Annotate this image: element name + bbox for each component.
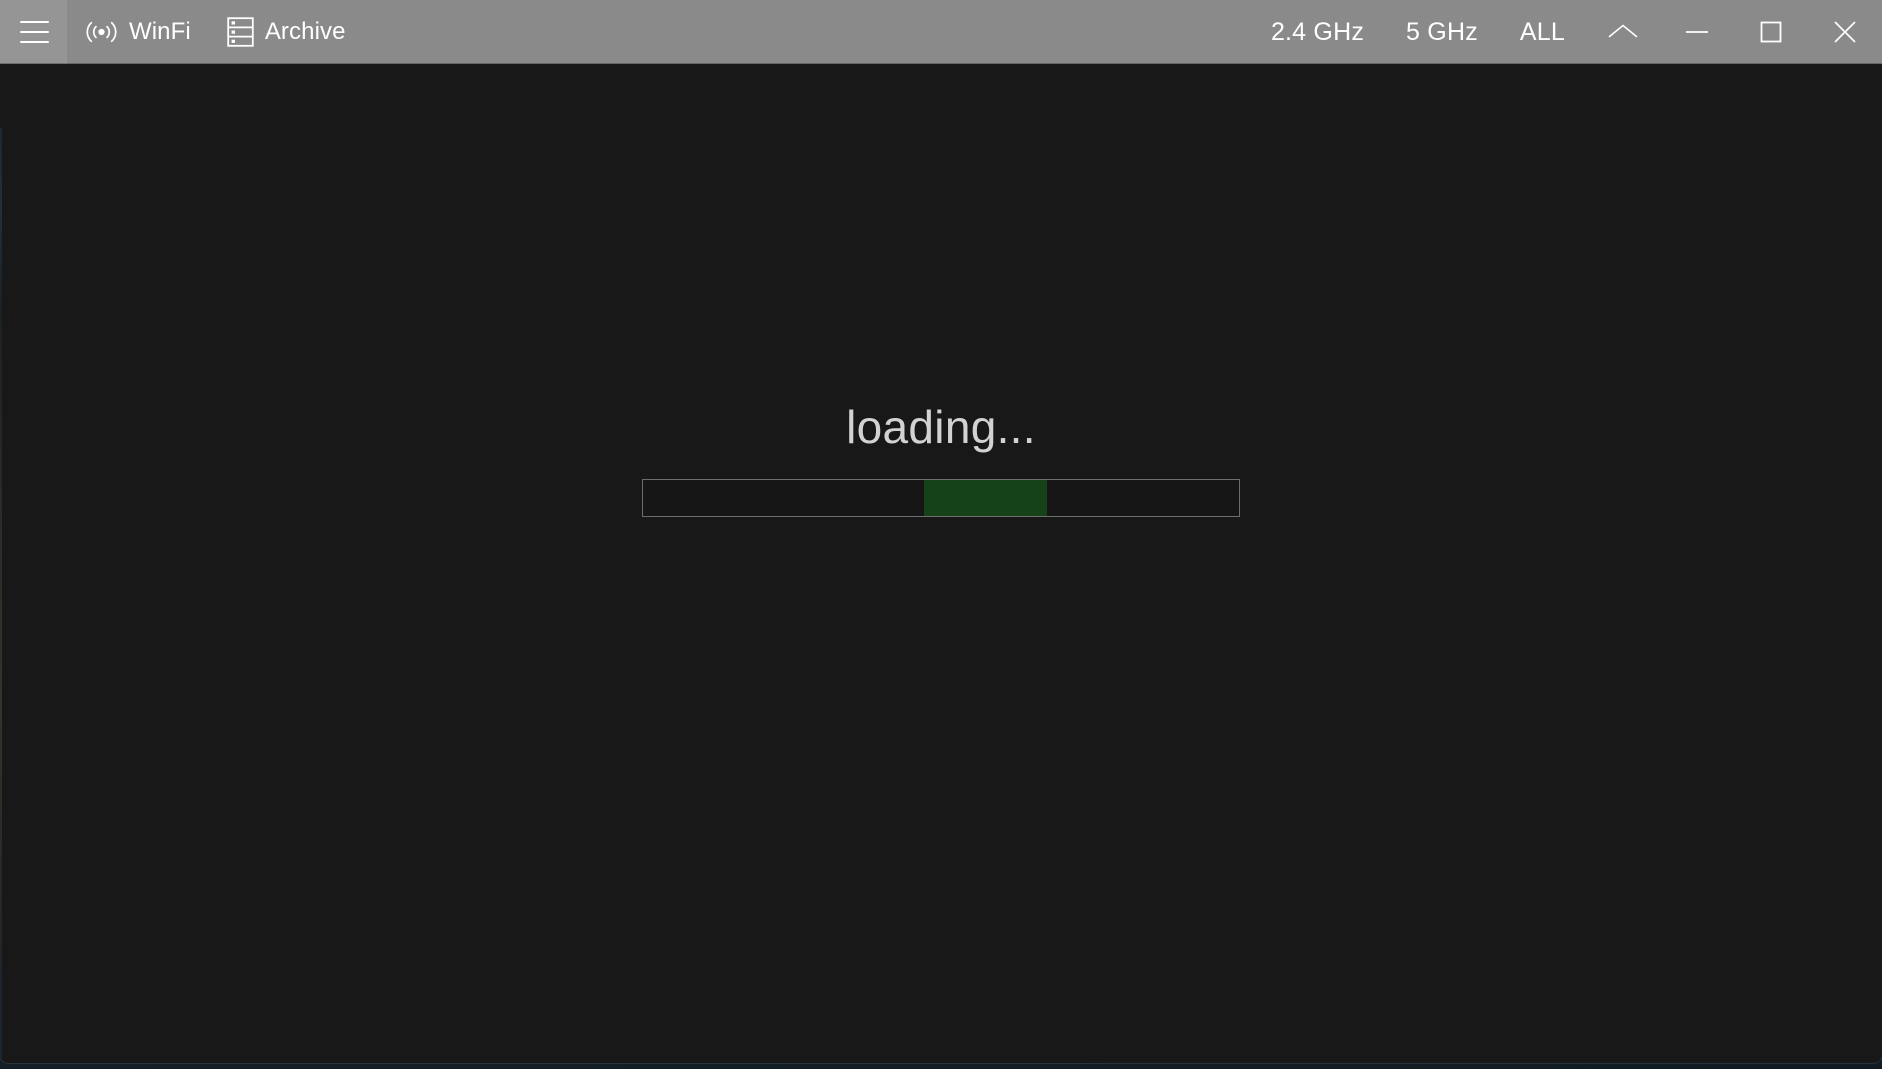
- minimize-icon: [1685, 26, 1709, 38]
- winfi-app-window: WinFi Archive 2.4 GHz 5 GHz ALL loading.…: [0, 0, 1882, 1063]
- hamburger-menu-icon: [20, 21, 49, 43]
- band-filter-5ghz[interactable]: 5 GHz: [1385, 0, 1499, 64]
- minimize-window-button[interactable]: [1660, 0, 1734, 64]
- titlebar-right-group: 2.4 GHz 5 GHz ALL: [1250, 0, 1882, 64]
- titlebar-left-group: WinFi Archive: [0, 0, 364, 64]
- loading-indicator: loading...: [642, 404, 1240, 517]
- loading-label: loading...: [846, 401, 1036, 453]
- winfi-brand-label: WinFi: [129, 18, 191, 45]
- scan-progress-bar: [642, 479, 1240, 517]
- collapse-toolbar-button[interactable]: [1586, 0, 1660, 64]
- archive-list-icon: [227, 17, 254, 47]
- maximize-icon: [1760, 21, 1782, 43]
- maximize-window-button[interactable]: [1734, 0, 1808, 64]
- winfi-brand-button[interactable]: WinFi: [67, 0, 209, 64]
- band-filter-all[interactable]: ALL: [1499, 0, 1586, 64]
- close-icon: [1833, 20, 1857, 44]
- hamburger-menu-button[interactable]: [0, 0, 67, 64]
- main-content-area: loading...: [0, 64, 1882, 1063]
- chevron-up-icon: [1607, 22, 1639, 42]
- title-bar[interactable]: WinFi Archive 2.4 GHz 5 GHz ALL: [0, 0, 1882, 64]
- close-window-button[interactable]: [1808, 0, 1882, 64]
- archive-label: Archive: [264, 18, 346, 45]
- window-left-edge-sliver: [0, 128, 2, 1063]
- band-filter-2-4ghz[interactable]: 2.4 GHz: [1250, 0, 1385, 64]
- archive-button[interactable]: Archive: [209, 0, 364, 64]
- wifi-broadcast-icon: [85, 18, 118, 46]
- progress-bar-chunk: [924, 480, 1048, 516]
